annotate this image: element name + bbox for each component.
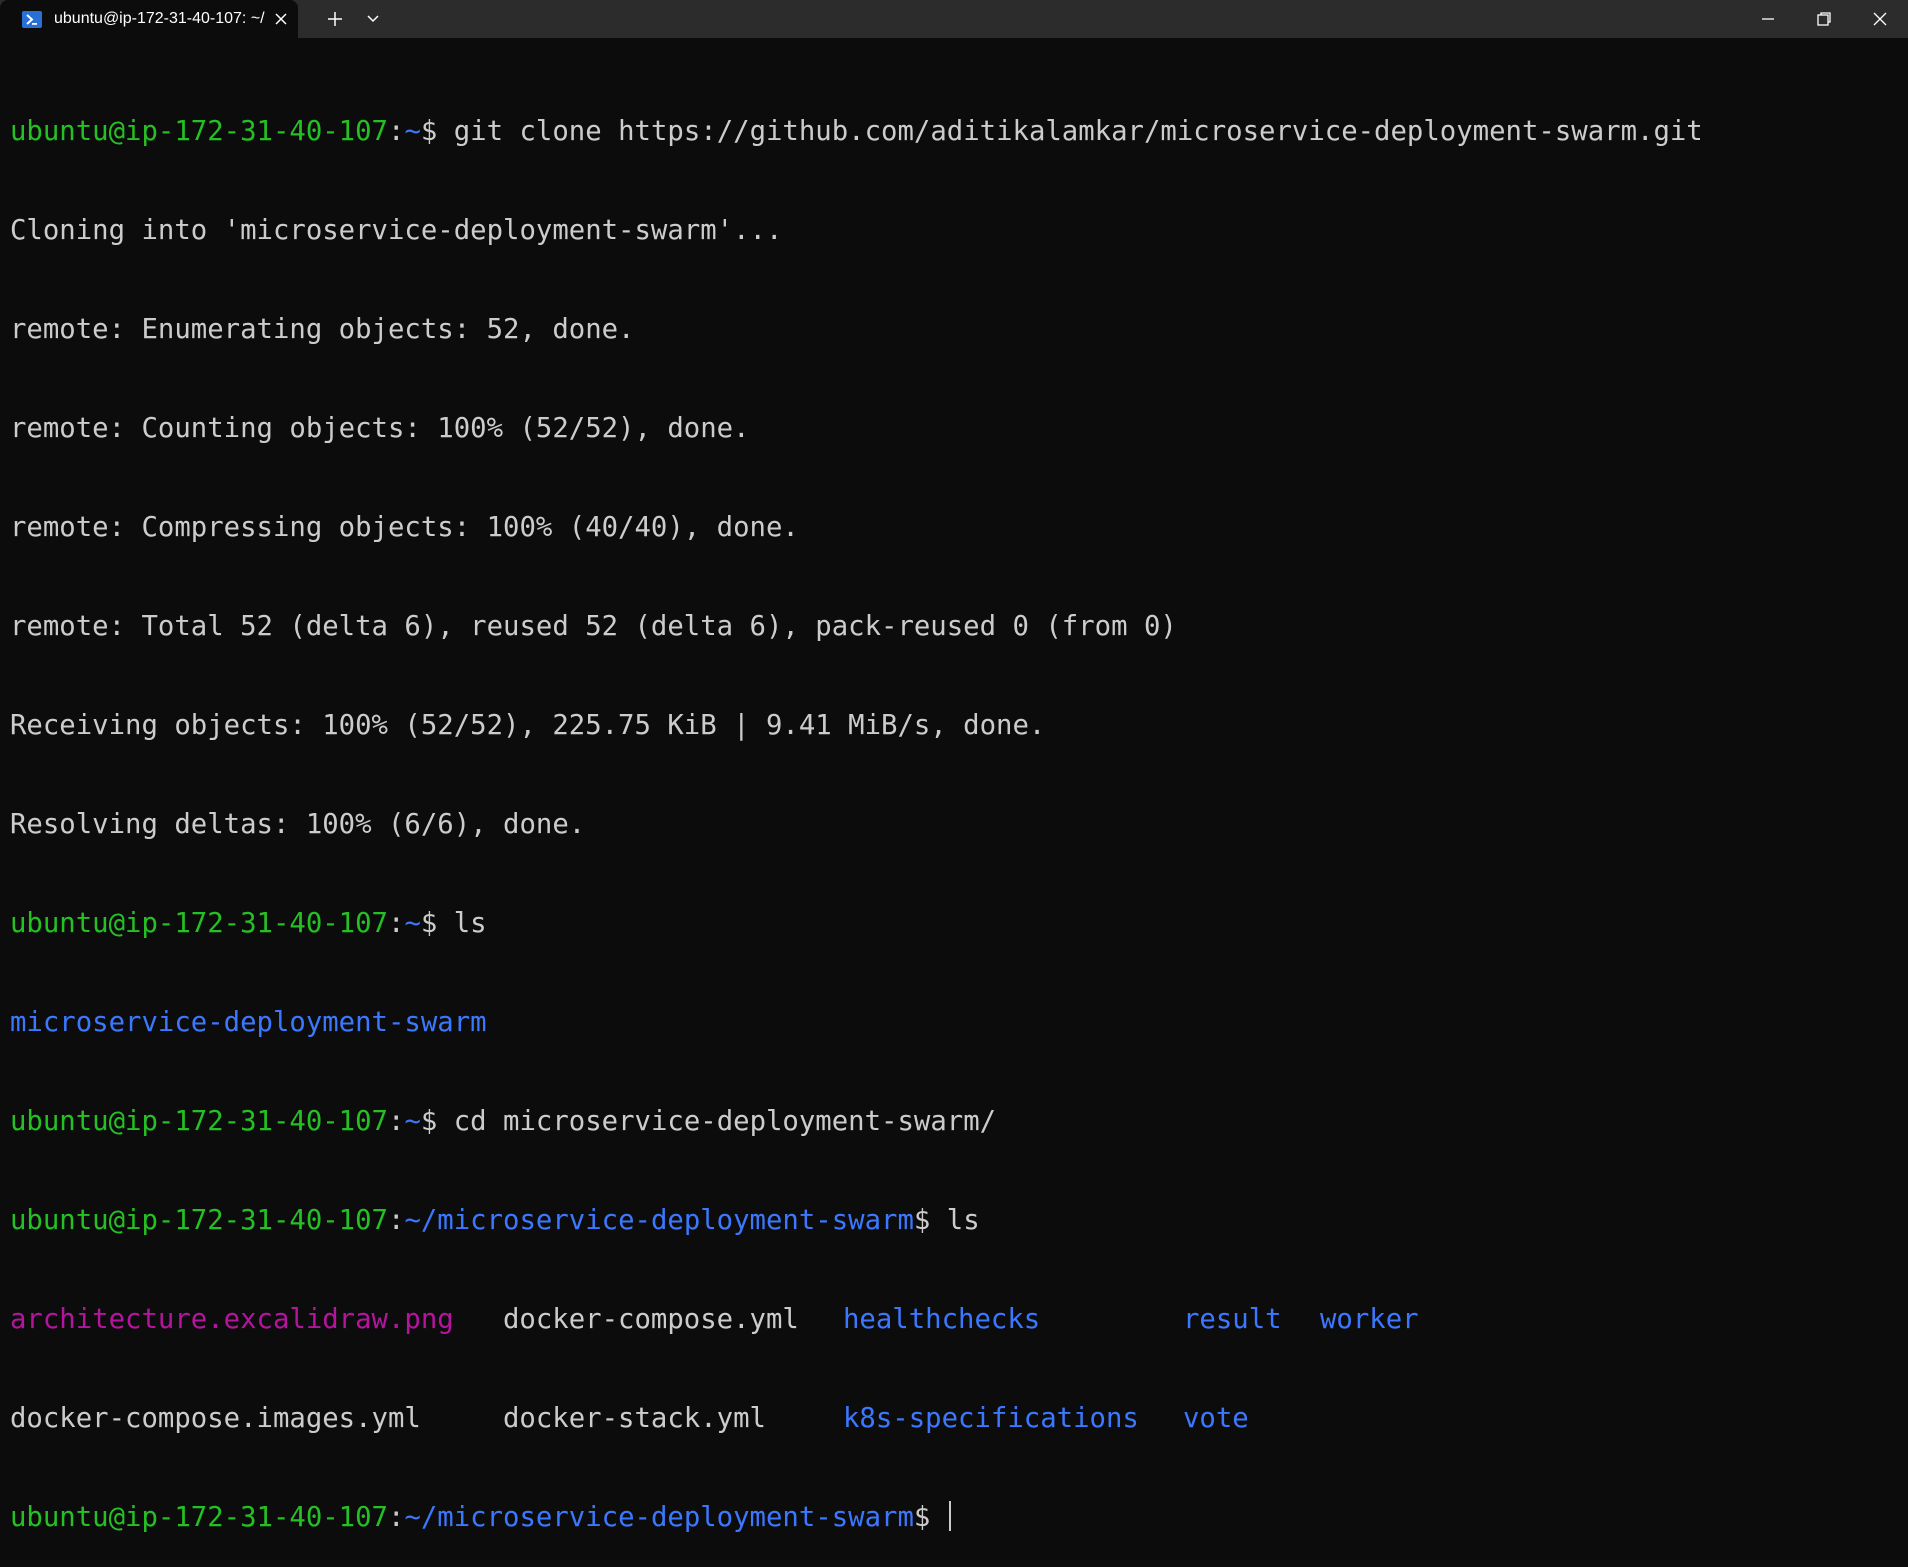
directory-entry: vote xyxy=(1183,1403,1249,1434)
output-line: remote: Enumerating objects: 52, done. xyxy=(10,314,635,345)
prompt-line: ubuntu@ip-172-31-40-107:~$ cd microservi… xyxy=(10,1106,997,1137)
file-entry: architecture.excalidraw.png xyxy=(10,1304,454,1335)
prompt-user: ubuntu@ip-172-31-40-107 xyxy=(10,1106,388,1137)
prompt-line: ubuntu@ip-172-31-40-107:~/microservice-d… xyxy=(10,1205,980,1236)
ls-row: architecture.excalidraw.png docker-compos… xyxy=(10,1303,1900,1336)
close-icon[interactable] xyxy=(265,0,298,38)
prompt-line: ubuntu@ip-172-31-40-107:~/microservice-d… xyxy=(10,1501,1900,1534)
directory-entry: k8s-specifications xyxy=(843,1403,1139,1434)
title-bar: ubuntu@ip-172-31-40-107: ~/ xyxy=(0,0,1908,38)
terminal-output[interactable]: ubuntu@ip-172-31-40-107:~$ git clone htt… xyxy=(10,49,1900,1567)
file-entry: docker-stack.yml xyxy=(503,1403,766,1434)
prompt-user: ubuntu@ip-172-31-40-107 xyxy=(10,116,388,147)
restore-icon xyxy=(1817,12,1831,26)
minimize-icon xyxy=(1762,18,1774,20)
tab-dropdown-button[interactable] xyxy=(354,0,392,38)
directory-entry: result xyxy=(1183,1304,1282,1335)
output-line: Resolving deltas: 100% (6/6), done. xyxy=(10,809,586,840)
prompt-path: ~ xyxy=(404,908,421,939)
close-icon xyxy=(1873,12,1887,26)
directory-entry: healthchecks xyxy=(843,1304,1041,1335)
minimize-button[interactable] xyxy=(1740,0,1796,38)
output-line: Receiving objects: 100% (52/52), 225.75 … xyxy=(10,710,1046,741)
prompt-path: ~ xyxy=(404,116,421,147)
text-cursor xyxy=(948,1501,951,1531)
command-text: cd microservice-deployment-swarm/ xyxy=(453,1106,997,1137)
plus-icon xyxy=(328,12,342,26)
prompt-user: ubuntu@ip-172-31-40-107 xyxy=(10,1502,388,1533)
directory-entry: worker xyxy=(1320,1304,1419,1335)
command-text: ls xyxy=(946,1205,980,1236)
prompt-path: ~/microservice-deployment-swarm xyxy=(404,1205,914,1236)
powershell-icon xyxy=(22,10,42,28)
window-close-button[interactable] xyxy=(1852,0,1908,38)
output-line: remote: Compressing objects: 100% (40/40… xyxy=(10,512,799,543)
file-entry: docker-compose.yml xyxy=(503,1304,799,1335)
chevron-down-icon xyxy=(367,15,379,23)
file-entry: docker-compose.images.yml xyxy=(10,1403,421,1434)
output-line: Cloning into 'microservice-deployment-sw… xyxy=(10,215,783,246)
prompt-user: ubuntu@ip-172-31-40-107 xyxy=(10,1205,388,1236)
prompt-line: ubuntu@ip-172-31-40-107:~$ git clone htt… xyxy=(10,116,1703,147)
tab-title: ubuntu@ip-172-31-40-107: ~/ xyxy=(54,10,265,27)
prompt-path: ~/microservice-deployment-swarm xyxy=(404,1502,914,1533)
restore-button[interactable] xyxy=(1796,0,1852,38)
prompt-user: ubuntu@ip-172-31-40-107 xyxy=(10,908,388,939)
command-text: ls xyxy=(453,908,487,939)
new-tab-button[interactable] xyxy=(316,0,354,38)
ls-row: docker-compose.images.yml docker-stack.ym… xyxy=(10,1402,1900,1435)
directory-entry: microservice-deployment-swarm xyxy=(10,1007,487,1038)
output-line: remote: Counting objects: 100% (52/52), … xyxy=(10,413,750,444)
prompt-path: ~ xyxy=(404,1106,421,1137)
command-text: git clone https://github.com/aditikalamk… xyxy=(453,116,1703,147)
terminal-tab[interactable]: ubuntu@ip-172-31-40-107: ~/ xyxy=(0,0,298,38)
output-line: remote: Total 52 (delta 6), reused 52 (d… xyxy=(10,611,1177,642)
prompt-line: ubuntu@ip-172-31-40-107:~$ ls xyxy=(10,908,487,939)
